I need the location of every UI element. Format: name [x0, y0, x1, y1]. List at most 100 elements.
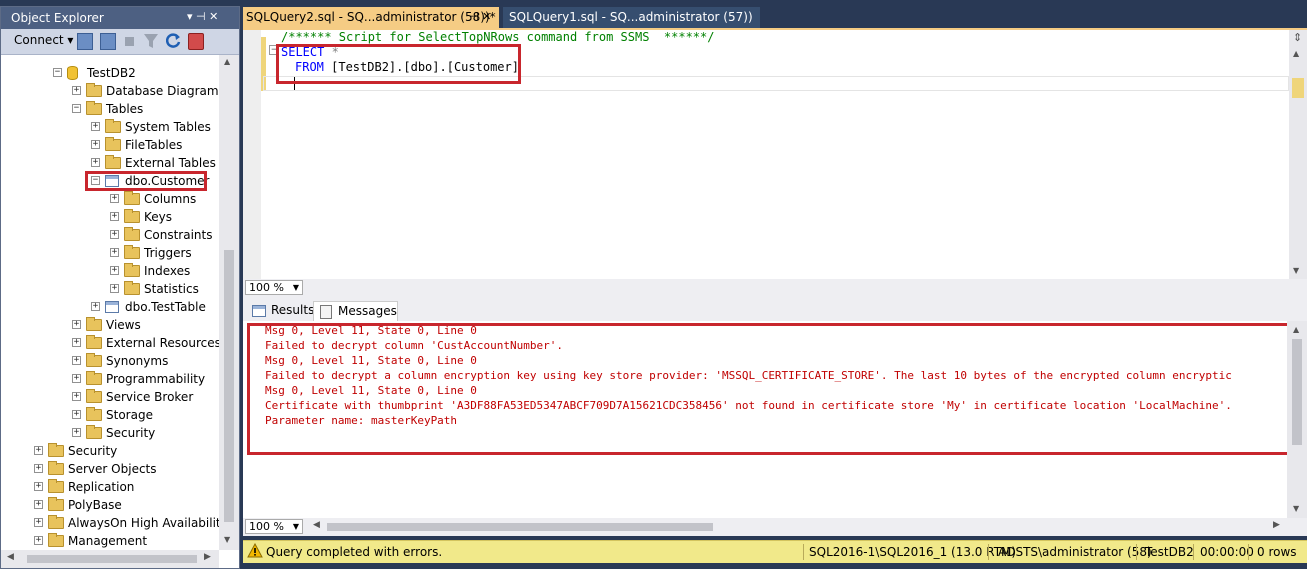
results-zoom-select[interactable]: 100 % ▼ — [245, 519, 303, 534]
tab-results[interactable]: Results — [247, 301, 314, 321]
expand-icon[interactable]: + — [110, 212, 119, 221]
collapse-icon[interactable]: − — [72, 104, 81, 113]
messages-scroll-thumb[interactable] — [1292, 339, 1302, 445]
tab-messages[interactable]: Messages — [313, 301, 398, 321]
expand-icon[interactable]: + — [110, 194, 119, 203]
expand-icon[interactable]: + — [72, 392, 81, 401]
grid-icon — [252, 305, 266, 317]
collapse-icon[interactable]: − — [53, 68, 62, 77]
editor-zoom-select[interactable]: 100 % ▼ — [245, 280, 303, 295]
messages-hscroll-thumb[interactable] — [327, 523, 713, 531]
expand-icon[interactable]: + — [91, 140, 100, 149]
messages-highlight-box — [247, 323, 1307, 455]
expand-icon[interactable]: + — [34, 464, 43, 473]
scroll-up-icon[interactable]: ▲ — [224, 57, 230, 66]
folder-icon — [124, 263, 140, 277]
scroll-right-icon[interactable]: ▶ — [1273, 520, 1280, 530]
folder-icon — [86, 335, 102, 349]
expand-icon[interactable]: + — [72, 374, 81, 383]
expand-icon[interactable]: + — [110, 284, 119, 293]
editor-margin — [243, 30, 266, 279]
activity-monitor-icon[interactable] — [188, 33, 204, 50]
scroll-up-icon[interactable]: ▲ — [1293, 49, 1299, 58]
zoom-value: 100 % — [249, 281, 284, 294]
scroll-down-icon[interactable]: ▼ — [224, 535, 230, 544]
scroll-right-icon[interactable]: ▶ — [204, 552, 211, 562]
refresh-icon[interactable] — [165, 33, 181, 50]
expand-icon[interactable]: + — [91, 302, 100, 311]
expand-icon[interactable]: + — [34, 500, 43, 509]
results-zoom-bar: 100 % ▼ ◀ ▶ — [243, 518, 1307, 536]
tree-node-label: Constraints — [144, 228, 213, 242]
folder-icon — [48, 533, 64, 547]
query-editor[interactable]: /****** Script for SelectTopNRows comman… — [243, 30, 1307, 279]
pin-close-icon[interactable]: ⊣ ✕ — [469, 10, 491, 23]
expand-icon[interactable]: + — [72, 428, 81, 437]
messages-vertical-scrollbar[interactable]: ▲ ▼ — [1287, 321, 1307, 518]
expand-icon[interactable]: + — [91, 122, 100, 131]
messages-pane[interactable]: Msg 0, Level 11, State 0, Line 0 Failed t… — [243, 321, 1307, 518]
folder-icon — [124, 191, 140, 205]
expand-icon[interactable]: + — [110, 266, 119, 275]
tree-horizontal-scrollbar[interactable]: ◀ ▶ — [1, 550, 219, 568]
expand-icon[interactable]: + — [110, 248, 119, 257]
expand-icon[interactable]: + — [34, 518, 43, 527]
object-explorer-toolbar: Connect ▾ — [1, 29, 239, 55]
warning-icon — [247, 542, 263, 561]
scroll-left-icon[interactable]: ◀ — [7, 552, 14, 562]
scroll-up-icon[interactable]: ▲ — [1293, 325, 1299, 334]
disconnect-icon[interactable] — [100, 33, 116, 50]
tab-sqlquery1[interactable]: SQLQuery1.sql - SQ...administrator (57)) — [503, 7, 760, 28]
tab-sqlquery2[interactable]: SQLQuery2.sql - SQ...administrator (58))… — [243, 7, 499, 28]
expand-icon[interactable]: + — [34, 536, 43, 545]
folder-icon — [48, 443, 64, 457]
folder-icon — [48, 497, 64, 511]
folder-icon — [86, 425, 102, 439]
tab-title: SQLQuery1.sql - SQ...administrator (57)) — [509, 10, 753, 24]
expand-icon[interactable]: + — [34, 482, 43, 491]
tree-hscroll-thumb[interactable] — [27, 555, 197, 563]
status-user: ADSTS\administrator (58) — [998, 545, 1152, 559]
scroll-down-icon[interactable]: ▼ — [1293, 266, 1299, 275]
editor-vertical-scrollbar[interactable]: ⇕ ▲ ▼ — [1289, 30, 1307, 279]
table-icon — [105, 301, 119, 313]
filter-icon[interactable] — [144, 33, 158, 50]
database-icon — [67, 66, 78, 80]
tree-node-label: Programmability — [106, 372, 206, 386]
scroll-down-icon[interactable]: ▼ — [1293, 504, 1299, 513]
expand-icon[interactable]: + — [110, 230, 119, 239]
tree-node-label: Replication — [68, 480, 135, 494]
scroll-marker — [1292, 78, 1304, 98]
status-separator — [1193, 544, 1194, 560]
scroll-left-icon[interactable]: ◀ — [313, 520, 320, 530]
messages-icon — [320, 305, 332, 319]
node-highlight-box — [85, 171, 207, 191]
folder-icon — [105, 119, 121, 133]
tree-node-label: Management — [68, 534, 148, 548]
stop-icon[interactable] — [125, 37, 134, 46]
folder-icon — [124, 209, 140, 223]
expand-icon[interactable]: + — [91, 158, 100, 167]
expand-icon[interactable]: + — [72, 410, 81, 419]
expand-icon[interactable]: + — [72, 356, 81, 365]
chevron-down-icon: ▼ — [292, 522, 299, 531]
connect-object-explorer-icon[interactable] — [77, 33, 93, 50]
expand-icon[interactable]: + — [72, 320, 81, 329]
tree-node-label: External Resources — [106, 336, 219, 350]
tree-vertical-scrollbar[interactable]: ▲ ▼ — [219, 55, 239, 550]
zoom-value: 100 % — [249, 520, 284, 533]
expand-icon[interactable]: + — [72, 86, 81, 95]
status-separator — [1136, 544, 1137, 560]
expand-icon[interactable]: + — [34, 446, 43, 455]
expand-icon[interactable]: + — [72, 338, 81, 347]
object-explorer-panel: Object Explorer ▾ ⊣ ✕ Connect ▾ − TestDB2… — [0, 6, 240, 569]
connect-button[interactable]: Connect ▾ — [14, 33, 73, 50]
chevron-down-icon: ▼ — [292, 283, 299, 292]
status-separator — [1248, 544, 1249, 560]
tree-scroll-thumb[interactable] — [224, 250, 234, 522]
tree-node-label: External Tables — [125, 156, 216, 170]
panel-controls-icon[interactable]: ▾ ⊣ ✕ — [187, 10, 218, 23]
object-explorer-title: Object Explorer — [11, 11, 104, 25]
tree-node-label: Columns — [144, 192, 197, 206]
split-icon[interactable]: ⇕ — [1293, 31, 1302, 44]
